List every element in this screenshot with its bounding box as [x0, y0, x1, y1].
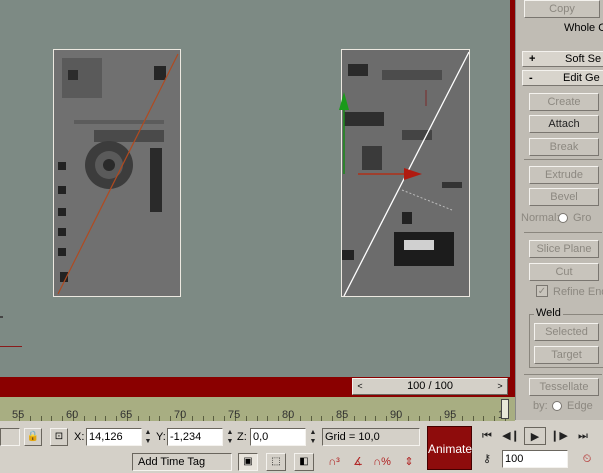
z-coord-label: Z: [237, 431, 247, 443]
y-coord-label: Y: [156, 431, 166, 443]
box-icon[interactable]: ▣ [238, 453, 258, 471]
time-config-icon[interactable]: ⏲ [576, 450, 598, 468]
texture-pattern-left [54, 50, 180, 296]
edge-label: Edge [567, 400, 593, 412]
x-coord-label: X: [74, 431, 85, 443]
current-frame-field[interactable]: 100 [502, 450, 568, 468]
go-to-end-icon[interactable]: ⏭ [572, 427, 594, 445]
normal-group-radio[interactable] [558, 213, 568, 223]
separator [524, 159, 602, 160]
command-panel: Copy Whole O + Soft Se - Edit Ge Create … [515, 0, 603, 420]
axis-mark [0, 316, 3, 318]
selection-corner [461, 288, 469, 296]
add-time-tag-button[interactable]: Add Time Tag [132, 453, 232, 471]
tessellate-by-label: by: [533, 400, 548, 412]
selection-corner [54, 50, 62, 58]
time-slider[interactable]: < 100 / 100 > [352, 378, 508, 395]
key-mode-icon[interactable]: ⚷ [476, 450, 498, 468]
normal-label: Normal: [521, 212, 560, 224]
animate-button[interactable]: Animate [427, 426, 472, 470]
separator [524, 374, 602, 375]
weld-target-button[interactable]: Target [534, 346, 599, 364]
x-spinner-icon[interactable]: ▲ ▼ [144, 428, 152, 446]
trackbar[interactable]: 5560657075808590951 [0, 397, 515, 421]
trackbar-label: 70 [174, 409, 187, 421]
slice-plane-button[interactable]: Slice Plane [529, 240, 599, 258]
selection-corner [54, 288, 62, 296]
trackbar-label: 85 [336, 409, 349, 421]
selection-corner [461, 50, 469, 58]
rollout-soft-selection[interactable]: + Soft Se [522, 51, 603, 67]
y-coord-field[interactable]: -1,234 [167, 428, 223, 446]
extrude-button[interactable]: Extrude [529, 166, 599, 184]
bevel-button[interactable]: Bevel [529, 188, 599, 206]
normal-group-label: Gro [573, 212, 592, 224]
selection-corner [172, 50, 180, 58]
selection-filter-icon[interactable]: ⬚ [266, 453, 286, 471]
play-icon[interactable]: ▶ [524, 427, 546, 445]
weld-selected-button[interactable]: Selected [534, 323, 599, 341]
weld-group-label: Weld [534, 307, 563, 319]
selection-corner [172, 288, 180, 296]
copy-button[interactable]: Copy [524, 0, 600, 18]
tessellate-button[interactable]: Tessellate [529, 378, 599, 396]
time-next-arrow-icon[interactable]: > [493, 379, 507, 394]
grid-size-readout: Grid = 10,0 [322, 428, 420, 446]
trackbar-label: 55 [12, 409, 25, 421]
rollout-expand-icon: + [529, 53, 536, 65]
selection-corner [342, 50, 350, 58]
break-button[interactable]: Break [529, 138, 599, 156]
cut-button[interactable]: Cut [529, 263, 599, 281]
refine-ends-label: Refine End [553, 286, 603, 298]
refine-ends-checkbox[interactable]: ✓ [536, 285, 548, 297]
y-spinner-icon[interactable]: ▲ ▼ [226, 428, 234, 446]
time-slider-value: 100 / 100 [407, 380, 453, 392]
create-button[interactable]: Create [529, 93, 599, 111]
edge-radio[interactable] [552, 401, 562, 411]
selection-corner [342, 288, 350, 296]
go-to-start-icon[interactable]: ⏮ [476, 427, 498, 445]
textured-plane-left[interactable] [53, 49, 181, 297]
trackbar-label: 90 [390, 409, 403, 421]
z-coord-field[interactable]: 0,0 [250, 428, 306, 446]
cube-icon[interactable]: ◧ [294, 453, 314, 471]
angle-snap-toggle-icon[interactable]: ∡ [347, 453, 369, 471]
absolute-mode-icon[interactable]: ⊡ [50, 428, 68, 446]
time-position-marker[interactable] [501, 399, 509, 419]
trackbar-label: 75 [228, 409, 241, 421]
z-spinner-icon[interactable]: ▲ ▼ [309, 428, 317, 446]
next-frame-icon[interactable]: ❙▶ [548, 427, 570, 445]
trackbar-label: 80 [282, 409, 295, 421]
angle-snap-icon[interactable]: ∩³ [323, 453, 345, 471]
rollout-collapse-icon: - [529, 72, 533, 84]
move-gizmo-icon[interactable] [336, 88, 436, 188]
spinner-snap-icon[interactable]: ⇕ [398, 453, 420, 471]
time-prev-arrow-icon[interactable]: < [353, 379, 367, 394]
lock-selection-icon[interactable]: 🔒 [24, 428, 42, 446]
rollout-edit-geometry[interactable]: - Edit Ge [522, 70, 603, 86]
perspective-viewport[interactable] [0, 0, 510, 377]
whole-object-label: Whole O [564, 22, 603, 34]
x-coord-field[interactable]: 14,126 [86, 428, 142, 446]
axis-mark [0, 346, 22, 347]
percent-snap-icon[interactable]: ∩% [371, 453, 393, 471]
separator [524, 232, 602, 233]
status-prompt-field [0, 428, 20, 446]
trackbar-label: 65 [120, 409, 133, 421]
previous-frame-icon[interactable]: ◀❙ [500, 427, 522, 445]
rollout-title: Edit Ge [563, 72, 600, 84]
attach-button[interactable]: Attach [529, 115, 599, 133]
trackbar-label: 95 [444, 409, 457, 421]
trackbar-label: 60 [66, 409, 79, 421]
rollout-title: Soft Se [565, 53, 602, 65]
